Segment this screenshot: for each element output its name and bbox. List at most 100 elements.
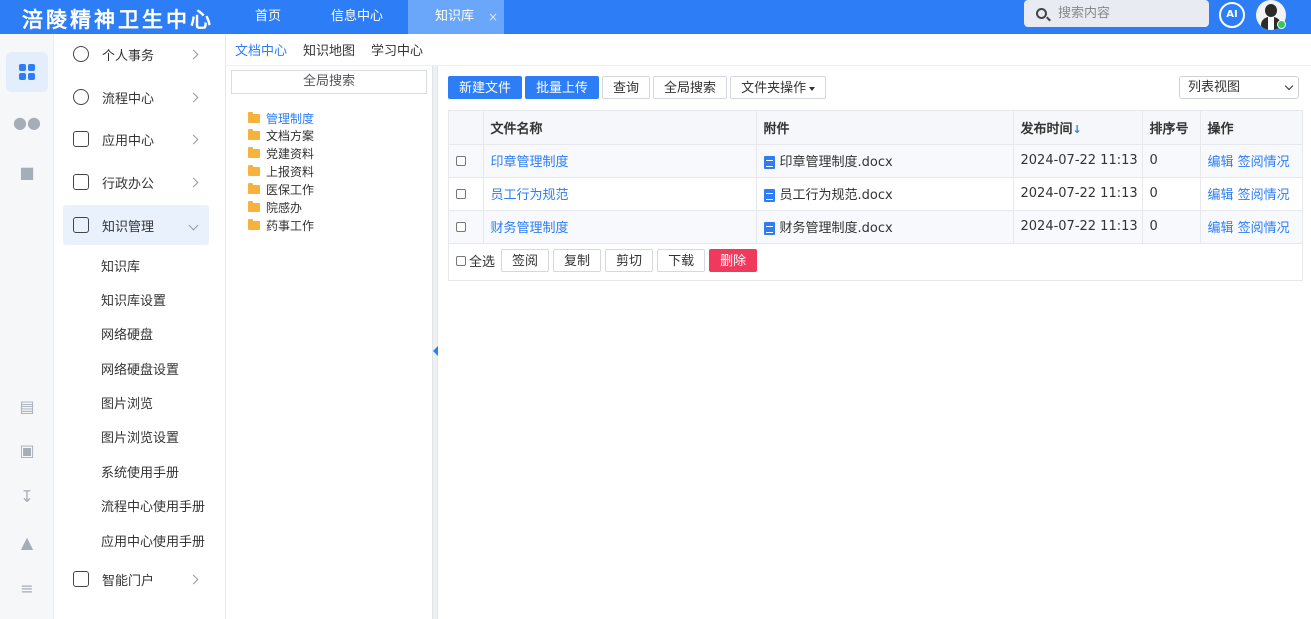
collapse-arrow-icon[interactable] bbox=[433, 346, 438, 356]
tree-node[interactable]: 药事工作 bbox=[248, 217, 314, 234]
sign-status-link[interactable]: 签阅情况 bbox=[1238, 155, 1290, 170]
attachment-cell[interactable]: 印章管理制度.docx bbox=[756, 144, 1014, 178]
clipboard-icon[interactable]: ▣ bbox=[6, 430, 48, 470]
download-button[interactable]: 下载 bbox=[657, 249, 706, 272]
chevron-right-icon bbox=[188, 574, 199, 584]
bag-icon bbox=[73, 131, 89, 147]
tree-node[interactable]: 管理制度 bbox=[248, 110, 314, 127]
submenu-image-browse-settings[interactable]: 图片浏览设置 bbox=[101, 427, 179, 446]
file-name-link[interactable]: 印章管理制度 bbox=[483, 144, 757, 178]
header-attachment[interactable]: 附件 bbox=[756, 111, 1014, 145]
attachment-name: 员工行为规范.docx bbox=[779, 188, 893, 203]
header-order[interactable]: 排序号 bbox=[1142, 111, 1201, 145]
edit-link[interactable]: 编辑 bbox=[1208, 221, 1234, 236]
briefcase-icon bbox=[73, 174, 89, 190]
submenu-knowledge-base[interactable]: 知识库 bbox=[101, 256, 140, 275]
order-cell: 0 bbox=[1142, 210, 1201, 244]
collapse-icon[interactable]: ≡ bbox=[6, 568, 48, 608]
cut-button[interactable]: 剪切 bbox=[605, 249, 654, 272]
chevron-down-icon bbox=[188, 220, 199, 230]
global-search-toolbar-button[interactable]: 全局搜索 bbox=[653, 76, 728, 99]
batch-action-bar: 全选 签阅 复制 剪切 下载 删除 bbox=[456, 249, 758, 272]
tab-info-center-label: 信息中心 bbox=[331, 9, 384, 24]
docx-file-icon bbox=[763, 156, 775, 169]
tree-node-label: 药事工作 bbox=[266, 219, 315, 233]
ai-assistant-icon[interactable]: AI bbox=[1219, 2, 1245, 28]
download-icon[interactable]: ↧ bbox=[6, 476, 48, 516]
folder-icon bbox=[248, 147, 260, 158]
copy-button[interactable]: 复制 bbox=[553, 249, 602, 272]
sign-status-link[interactable]: 签阅情况 bbox=[1238, 188, 1290, 203]
tab-document-center[interactable]: 文档中心 bbox=[235, 40, 287, 59]
tree-node-label: 文档方案 bbox=[266, 129, 315, 143]
table-row: 员工行为规范 员工行为规范.docx 2024-07-22 11:13 0 编辑… bbox=[449, 177, 1302, 211]
chart-icon[interactable]: ▤ bbox=[6, 386, 48, 426]
new-file-button[interactable]: 新建文件 bbox=[448, 76, 523, 99]
sidebar-item-knowledge[interactable]: 知识管理 bbox=[63, 205, 209, 245]
file-name-link[interactable]: 财务管理制度 bbox=[483, 210, 757, 244]
submenu-image-browse[interactable]: 图片浏览 bbox=[101, 393, 153, 412]
sign-button[interactable]: 签阅 bbox=[501, 249, 550, 272]
sidebar-item-apps[interactable]: 应用中心 bbox=[63, 119, 209, 159]
edit-link[interactable]: 编辑 bbox=[1208, 155, 1234, 170]
edit-link[interactable]: 编辑 bbox=[1208, 188, 1234, 203]
submenu-workflow-manual[interactable]: 流程中心使用手册 bbox=[101, 496, 205, 515]
close-tab-icon[interactable]: × bbox=[488, 0, 498, 34]
tab-home[interactable]: 首页 bbox=[230, 0, 306, 34]
search-input[interactable]: 搜索内容 bbox=[1024, 0, 1209, 27]
tab-info-center[interactable]: 信息中心 bbox=[306, 0, 408, 34]
row-checkbox[interactable] bbox=[456, 155, 466, 166]
header-publish-time[interactable]: 发布时间↓ bbox=[1013, 111, 1143, 145]
file-name-link[interactable]: 员工行为规范 bbox=[483, 177, 757, 211]
query-button[interactable]: 查询 bbox=[602, 76, 651, 99]
sidebar-item-workflow[interactable]: 流程中心 bbox=[63, 77, 209, 117]
chevron-down-icon bbox=[1284, 81, 1294, 91]
tree-node[interactable]: 文档方案 bbox=[248, 127, 314, 144]
attachment-cell[interactable]: 财务管理制度.docx bbox=[756, 210, 1014, 244]
person-icon bbox=[73, 46, 89, 62]
select-all[interactable]: 全选 bbox=[456, 251, 495, 270]
folder-ops-dropdown[interactable]: 文件夹操作 bbox=[730, 76, 827, 99]
global-search-button[interactable]: 全局搜索 bbox=[231, 70, 427, 94]
tab-learning-center[interactable]: 学习中心 bbox=[371, 40, 423, 59]
order-cell: 0 bbox=[1142, 144, 1201, 178]
header-file-name[interactable]: 文件名称 bbox=[483, 111, 757, 145]
sidebar-item-personal[interactable]: 个人事务 bbox=[63, 34, 209, 74]
chat-icon[interactable]: ■ bbox=[6, 152, 48, 192]
tree-node[interactable]: 党建资料 bbox=[248, 145, 314, 162]
sidebar-item-portal[interactable]: 智能门户 bbox=[63, 559, 209, 599]
folder-icon bbox=[248, 201, 260, 212]
sort-down-icon[interactable]: ↓ bbox=[1073, 123, 1082, 136]
submenu-system-manual[interactable]: 系统使用手册 bbox=[101, 462, 179, 481]
folder-tree: 全局搜索 管理制度 文档方案 党建资料 上报资料 医保工作 院感办 药事工作 bbox=[226, 66, 432, 619]
row-checkbox[interactable] bbox=[456, 221, 466, 232]
table-row: 印章管理制度 印章管理制度.docx 2024-07-22 11:13 0 编辑… bbox=[449, 144, 1302, 178]
apps-icon[interactable] bbox=[6, 52, 48, 92]
submenu-network-disk[interactable]: 网络硬盘 bbox=[101, 324, 153, 343]
tree-node-label: 党建资料 bbox=[266, 147, 315, 161]
submenu-network-disk-settings[interactable]: 网络硬盘设置 bbox=[101, 359, 179, 378]
attachment-cell[interactable]: 员工行为规范.docx bbox=[756, 177, 1014, 211]
sign-status-link[interactable]: 签阅情况 bbox=[1238, 221, 1290, 236]
view-mode-select[interactable]: 列表视图 bbox=[1179, 76, 1299, 99]
folder-icon bbox=[248, 112, 260, 123]
tree-node[interactable]: 医保工作 bbox=[248, 181, 314, 198]
sidebar-item-admin[interactable]: 行政办公 bbox=[63, 162, 209, 202]
contacts-icon[interactable]: ●● bbox=[6, 102, 48, 142]
tab-knowledge-map[interactable]: 知识地图 bbox=[303, 40, 355, 59]
row-checkbox[interactable] bbox=[456, 188, 466, 199]
search-placeholder: 搜索内容 bbox=[1058, 6, 1111, 21]
delete-button[interactable]: 删除 bbox=[709, 249, 758, 272]
panel-splitter[interactable] bbox=[432, 66, 438, 619]
select-all-checkbox[interactable] bbox=[456, 255, 466, 266]
row-checkbox-cell bbox=[449, 210, 484, 244]
batch-upload-button[interactable]: 批量上传 bbox=[525, 76, 600, 99]
tree-node[interactable]: 院感办 bbox=[248, 199, 302, 216]
submenu-knowledge-settings[interactable]: 知识库设置 bbox=[101, 290, 166, 309]
sidebar-item-label: 流程中心 bbox=[102, 91, 155, 107]
tree-node[interactable]: 上报资料 bbox=[248, 163, 314, 180]
tab-knowledge-base[interactable]: 知识库 × bbox=[408, 0, 505, 34]
submenu-app-manual[interactable]: 应用中心使用手册 bbox=[101, 531, 205, 550]
tab-knowledge-base-label: 知识库 bbox=[435, 9, 475, 24]
shirt-icon[interactable]: ▲ bbox=[6, 522, 48, 562]
